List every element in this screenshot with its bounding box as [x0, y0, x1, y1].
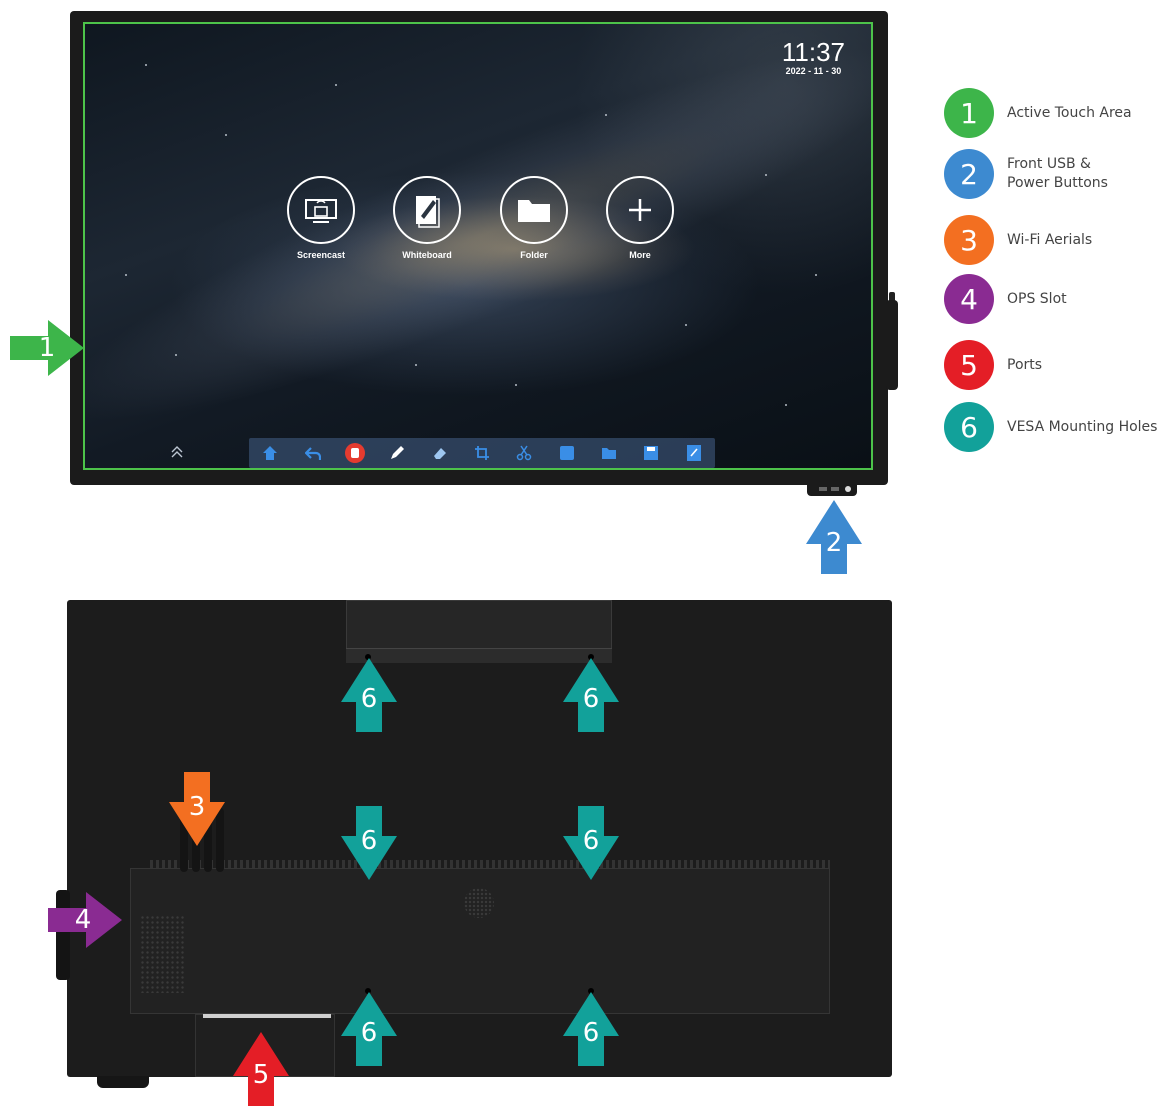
- app-label: More: [629, 250, 651, 260]
- active-touch-area[interactable]: 11:37 2022 - 11 - 30 Screencast Whiteboa…: [83, 22, 873, 470]
- app-label: Screencast: [296, 250, 346, 260]
- marker-6-arrow: 6: [341, 658, 397, 732]
- crop-icon[interactable]: [471, 442, 493, 464]
- marker-4-arrow: 4: [48, 892, 122, 948]
- clock-date: 2022 - 11 - 30: [785, 66, 842, 76]
- legend-label: Wi-Fi Aerials: [1007, 231, 1093, 248]
- marker-6-number: 6: [582, 684, 600, 714]
- legend-item-5: 5 Ports: [944, 340, 1170, 390]
- marker-4-number: 4: [74, 905, 92, 935]
- scissors-icon[interactable]: [513, 442, 535, 464]
- star: [335, 84, 337, 86]
- marker-5-arrow: 5: [233, 1032, 289, 1106]
- legend-number-badge: 4: [944, 274, 994, 324]
- window-icon[interactable]: [556, 442, 578, 464]
- plus-icon: [606, 176, 674, 244]
- marker-6-number: 6: [582, 826, 600, 856]
- legend-number-badge: 3: [944, 215, 994, 265]
- marker-6-number: 6: [360, 684, 378, 714]
- star: [815, 274, 817, 276]
- marker-6-number: 6: [360, 826, 378, 856]
- speaker-grille: [140, 915, 186, 993]
- screencast-icon: [287, 176, 355, 244]
- legend-number-badge: 6: [944, 402, 994, 452]
- pen-icon[interactable]: [386, 442, 408, 464]
- marker-1-number: 1: [38, 333, 56, 363]
- legend-number-badge: 1: [944, 88, 994, 138]
- legend-item-4: 4 OPS Slot: [944, 274, 1170, 324]
- app-label: Folder: [520, 250, 548, 260]
- marker-3-arrow: 3: [169, 772, 225, 846]
- galaxy-wallpaper: [85, 24, 871, 468]
- folder-icon[interactable]: [598, 442, 620, 464]
- app-screencast[interactable]: Screencast: [276, 176, 366, 260]
- marker-2-arrow: 2: [806, 500, 862, 574]
- clock-time: 11:37: [781, 37, 845, 67]
- ports-strip: [203, 1014, 331, 1018]
- legend-item-6: 6 VESA Mounting Holes: [944, 402, 1170, 452]
- marker-6-number: 6: [582, 1018, 600, 1048]
- round-vent: [464, 888, 494, 918]
- star: [685, 324, 687, 326]
- marker-6-arrow: 6: [341, 992, 397, 1066]
- back-icon[interactable]: [302, 442, 324, 464]
- star: [605, 114, 607, 116]
- star: [515, 384, 517, 386]
- legend-label: Front USB & Power Buttons: [1007, 156, 1108, 191]
- app-more[interactable]: More: [595, 176, 685, 260]
- marker-6-arrow: 6: [563, 992, 619, 1066]
- app-whiteboard[interactable]: Whiteboard: [382, 176, 472, 260]
- marker-6-number: 6: [360, 1018, 378, 1048]
- star: [785, 404, 787, 406]
- star: [175, 354, 177, 356]
- stylus-pen: [886, 300, 898, 390]
- whiteboard-icon: [393, 176, 461, 244]
- star: [765, 174, 767, 176]
- legend-item-3: 3 Wi-Fi Aerials: [944, 215, 1170, 265]
- marker-6-arrow: 6: [563, 658, 619, 732]
- hand-icon[interactable]: [344, 442, 366, 464]
- legend-label: VESA Mounting Holes: [1007, 418, 1158, 435]
- legend-label: OPS Slot: [1007, 290, 1067, 307]
- note-icon[interactable]: [683, 442, 705, 464]
- marker-1-arrow: 1: [10, 320, 84, 376]
- app-folder[interactable]: Folder: [489, 176, 579, 260]
- legend-number-badge: 5: [944, 340, 994, 390]
- chevron-up-icon[interactable]: [170, 444, 184, 463]
- marker-2-number: 2: [825, 528, 843, 558]
- home-icon[interactable]: [259, 442, 281, 464]
- folder-icon: [500, 176, 568, 244]
- star: [415, 364, 417, 366]
- star: [225, 134, 227, 136]
- rear-foot: [97, 1076, 149, 1088]
- marker-6-arrow: 6: [341, 806, 397, 880]
- marker-5-number: 5: [252, 1060, 270, 1090]
- legend-item-1: 1 Active Touch Area: [944, 88, 1170, 138]
- star: [145, 64, 147, 66]
- legend-number-badge: 2: [944, 149, 994, 199]
- save-icon[interactable]: [640, 442, 662, 464]
- front-usb-power-buttons: [807, 484, 857, 496]
- annotation-toolbar: [249, 438, 715, 468]
- eraser-icon[interactable]: [429, 442, 451, 464]
- legend-label: Active Touch Area: [1007, 104, 1132, 121]
- app-label: Whiteboard: [402, 250, 452, 260]
- legend-item-2: 2 Front USB & Power Buttons: [944, 149, 1170, 199]
- star: [125, 274, 127, 276]
- marker-6-arrow: 6: [563, 806, 619, 880]
- legend-label: Ports: [1007, 356, 1043, 373]
- marker-3-number: 3: [188, 792, 206, 822]
- clock-widget: 11:37 2022 - 11 - 30: [782, 38, 845, 76]
